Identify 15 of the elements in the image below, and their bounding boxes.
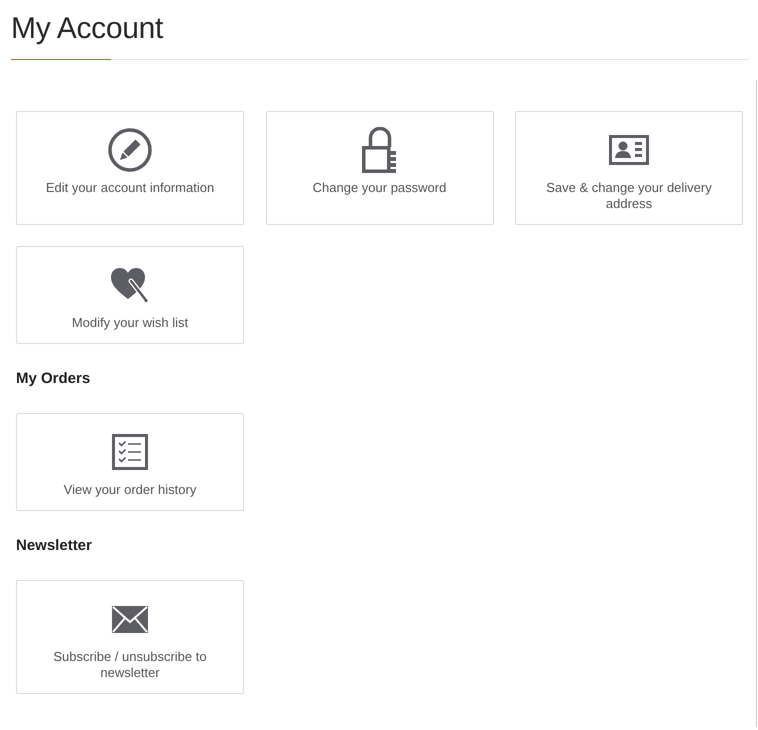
account-option-card[interactable]: Subscribe / unsubscribe to newsletter: [16, 580, 244, 694]
envelope-icon: [112, 606, 148, 632]
section-heading: My Orders: [16, 369, 92, 389]
page-title: My Account: [11, 11, 164, 46]
section-heading: Newsletter: [16, 536, 93, 556]
heart-icon: [111, 268, 149, 302]
padlock-icon: [362, 127, 398, 173]
checklist-icon: [112, 434, 148, 470]
pencil-icon: [108, 128, 152, 172]
account-option-card[interactable]: Save & change your delivery address: [515, 111, 743, 225]
account-option-card[interactable]: Modify your wish list: [16, 246, 244, 344]
account-option-card[interactable]: Change your password: [266, 111, 494, 225]
id-card-icon: [609, 135, 649, 165]
account-option-card[interactable]: View your order history: [16, 413, 244, 511]
account-option-card[interactable]: Edit your account information: [16, 111, 244, 225]
